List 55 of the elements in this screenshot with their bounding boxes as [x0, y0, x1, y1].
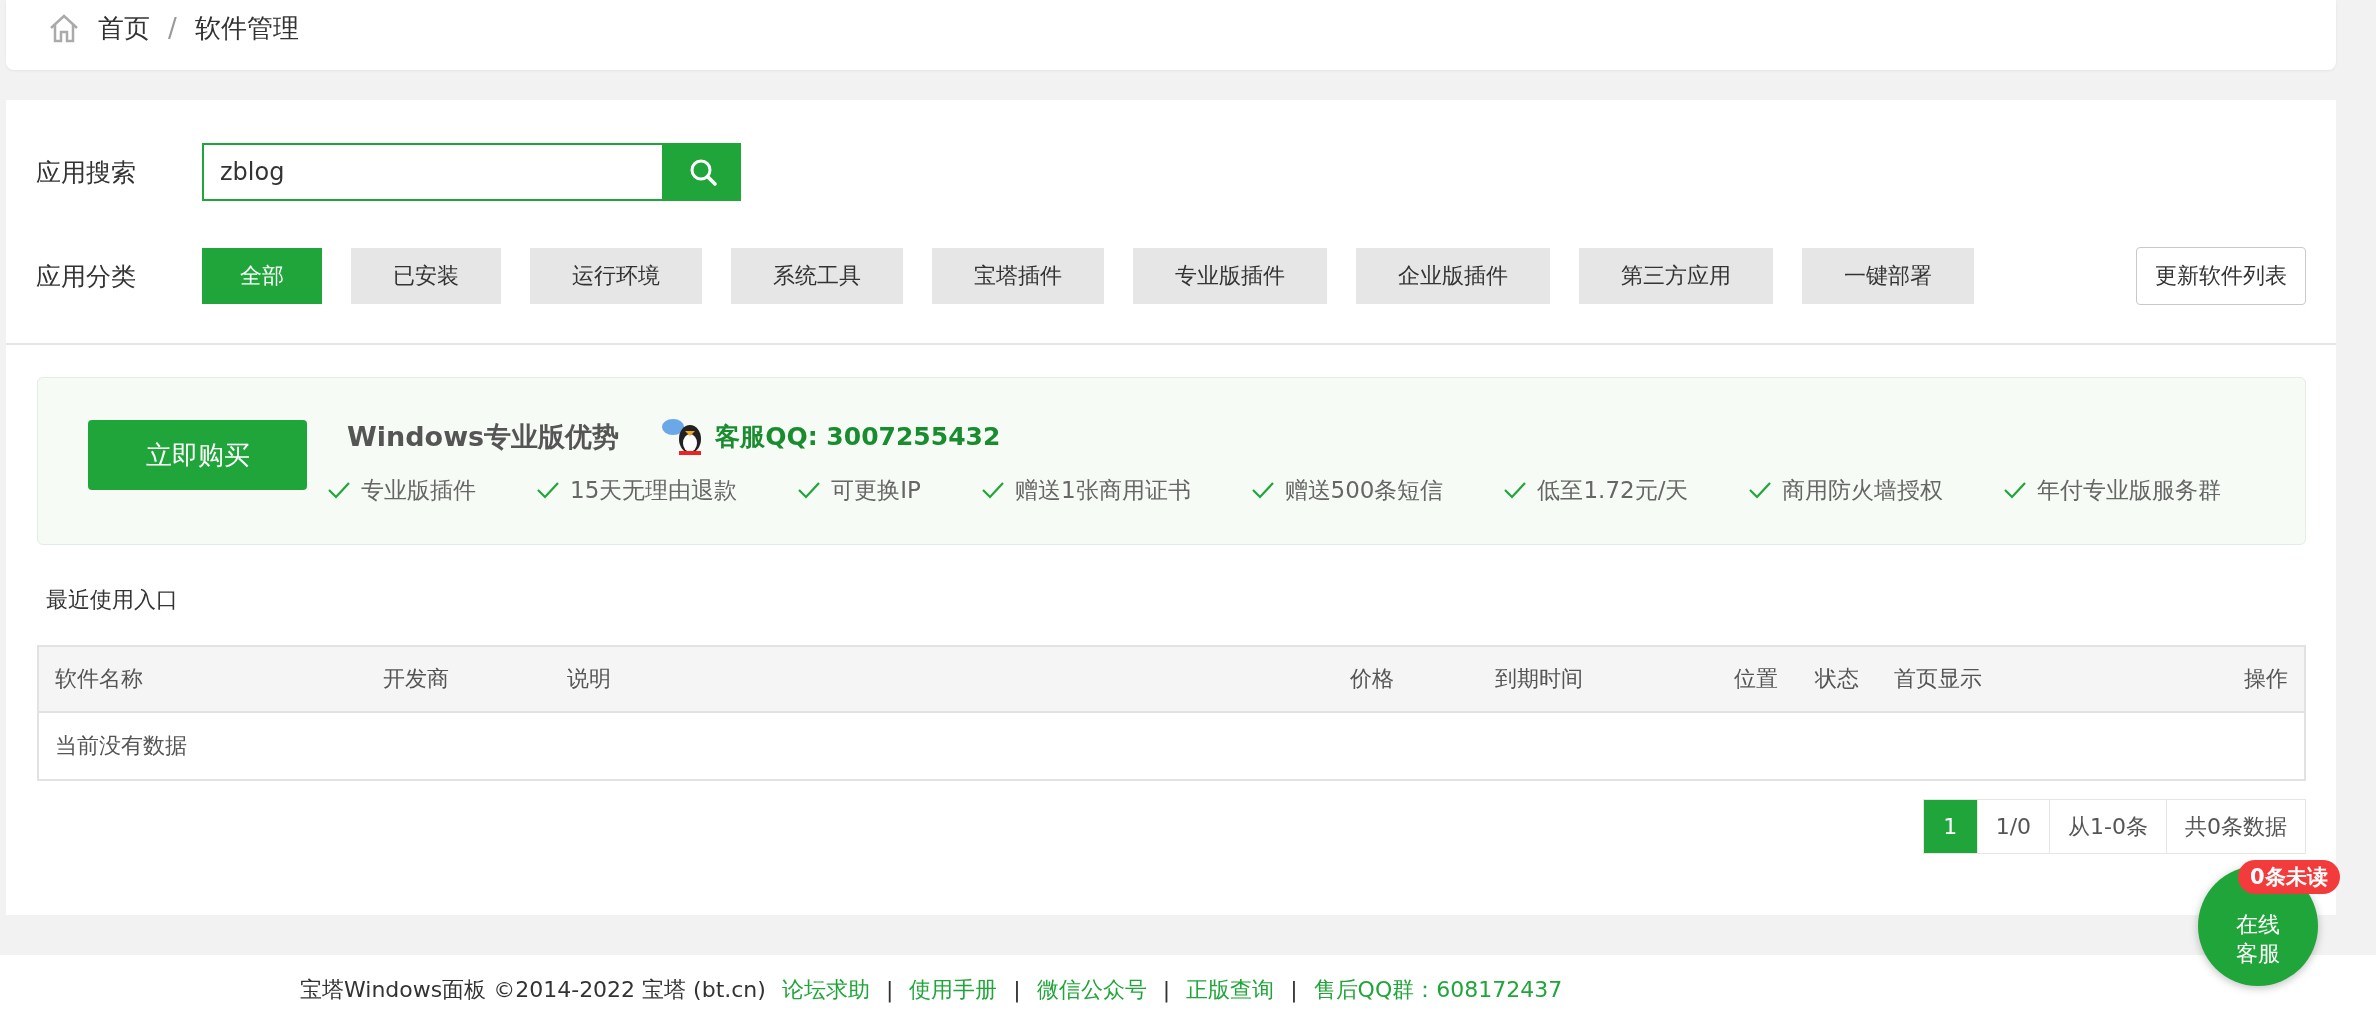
check-icon [536, 480, 560, 500]
category-tab[interactable]: 运行环境 [530, 248, 702, 304]
link-separator: | [1162, 977, 1171, 1002]
column-header: 位置 [1734, 665, 1779, 693]
refresh-list-button[interactable]: 更新软件列表 [2136, 247, 2306, 305]
category-tab[interactable]: 已安装 [351, 248, 501, 304]
customer-service-qq: 客服QQ: 3007255432 [715, 421, 1001, 453]
feature-text: 赠送500条短信 [1284, 475, 1444, 505]
link-separator: | [885, 977, 894, 1002]
check-icon [327, 480, 351, 500]
column-header: 首页显示 [1894, 665, 1983, 693]
feature-text: 赠送1张商用证书 [1014, 475, 1191, 505]
feature-text: 专业版插件 [361, 475, 476, 505]
category-tab[interactable]: 宝塔插件 [932, 248, 1104, 304]
promo-title: Windows专业版优势 [347, 419, 620, 454]
category-tab[interactable]: 专业版插件 [1133, 248, 1327, 304]
check-icon [980, 480, 1005, 500]
empty-message: 当前没有数据 [54, 732, 188, 760]
feature-text: 低至1.72元/天 [1537, 475, 1689, 505]
column-header: 到期时间 [1495, 665, 1584, 693]
recent-entries-label: 最近使用入口 [46, 586, 179, 614]
feature-text: 商用防火墙授权 [1782, 475, 1944, 505]
breadcrumb-separator: / [168, 13, 177, 43]
check-icon [1748, 480, 1773, 500]
column-header: 软件名称 [55, 665, 144, 693]
feature-text: 15天无理由退款 [570, 475, 738, 505]
column-header: 价格 [1350, 665, 1395, 693]
unread-badge: 0条未读 [2238, 860, 2340, 894]
column-header: 说明 [567, 665, 612, 693]
category-tab[interactable]: 系统工具 [731, 248, 903, 304]
copyright-text: 宝塔Windows面板 ©2014-2022 宝塔 (bt.cn) [300, 975, 766, 1004]
search-label: 应用搜索 [36, 156, 137, 189]
column-header: 操作 [2243, 665, 2288, 693]
link-separator: | [1013, 977, 1021, 1002]
check-icon [1250, 480, 1275, 500]
search-field[interactable]: zblog [202, 143, 664, 201]
check-icon [797, 480, 822, 500]
page-info: 1/0 [1977, 799, 2051, 854]
link-separator: | [1290, 977, 1298, 1002]
total-count: 共0条数据 [2167, 799, 2306, 854]
check-icon [2003, 480, 2028, 500]
check-icon [1503, 480, 1528, 500]
category-tab[interactable]: 第三方应用 [1579, 248, 1773, 304]
breadcrumb-current: 软件管理 [194, 11, 299, 45]
column-header: 状态 [1815, 665, 1860, 693]
column-header: 开发商 [383, 665, 450, 693]
feature-text: 年付专业版服务群 [2037, 475, 2222, 505]
home-icon[interactable] [48, 13, 80, 43]
feature-text: 可更换IP [831, 475, 921, 505]
search-button[interactable] [664, 143, 741, 201]
category-tab[interactable]: 企业版插件 [1356, 248, 1550, 304]
category-label: 应用分类 [36, 260, 137, 293]
breadcrumb-link[interactable]: 首页 [98, 10, 150, 46]
category-tab[interactable]: 一键部署 [1802, 248, 1974, 304]
page-range: 从1-0条 [2050, 799, 2167, 854]
